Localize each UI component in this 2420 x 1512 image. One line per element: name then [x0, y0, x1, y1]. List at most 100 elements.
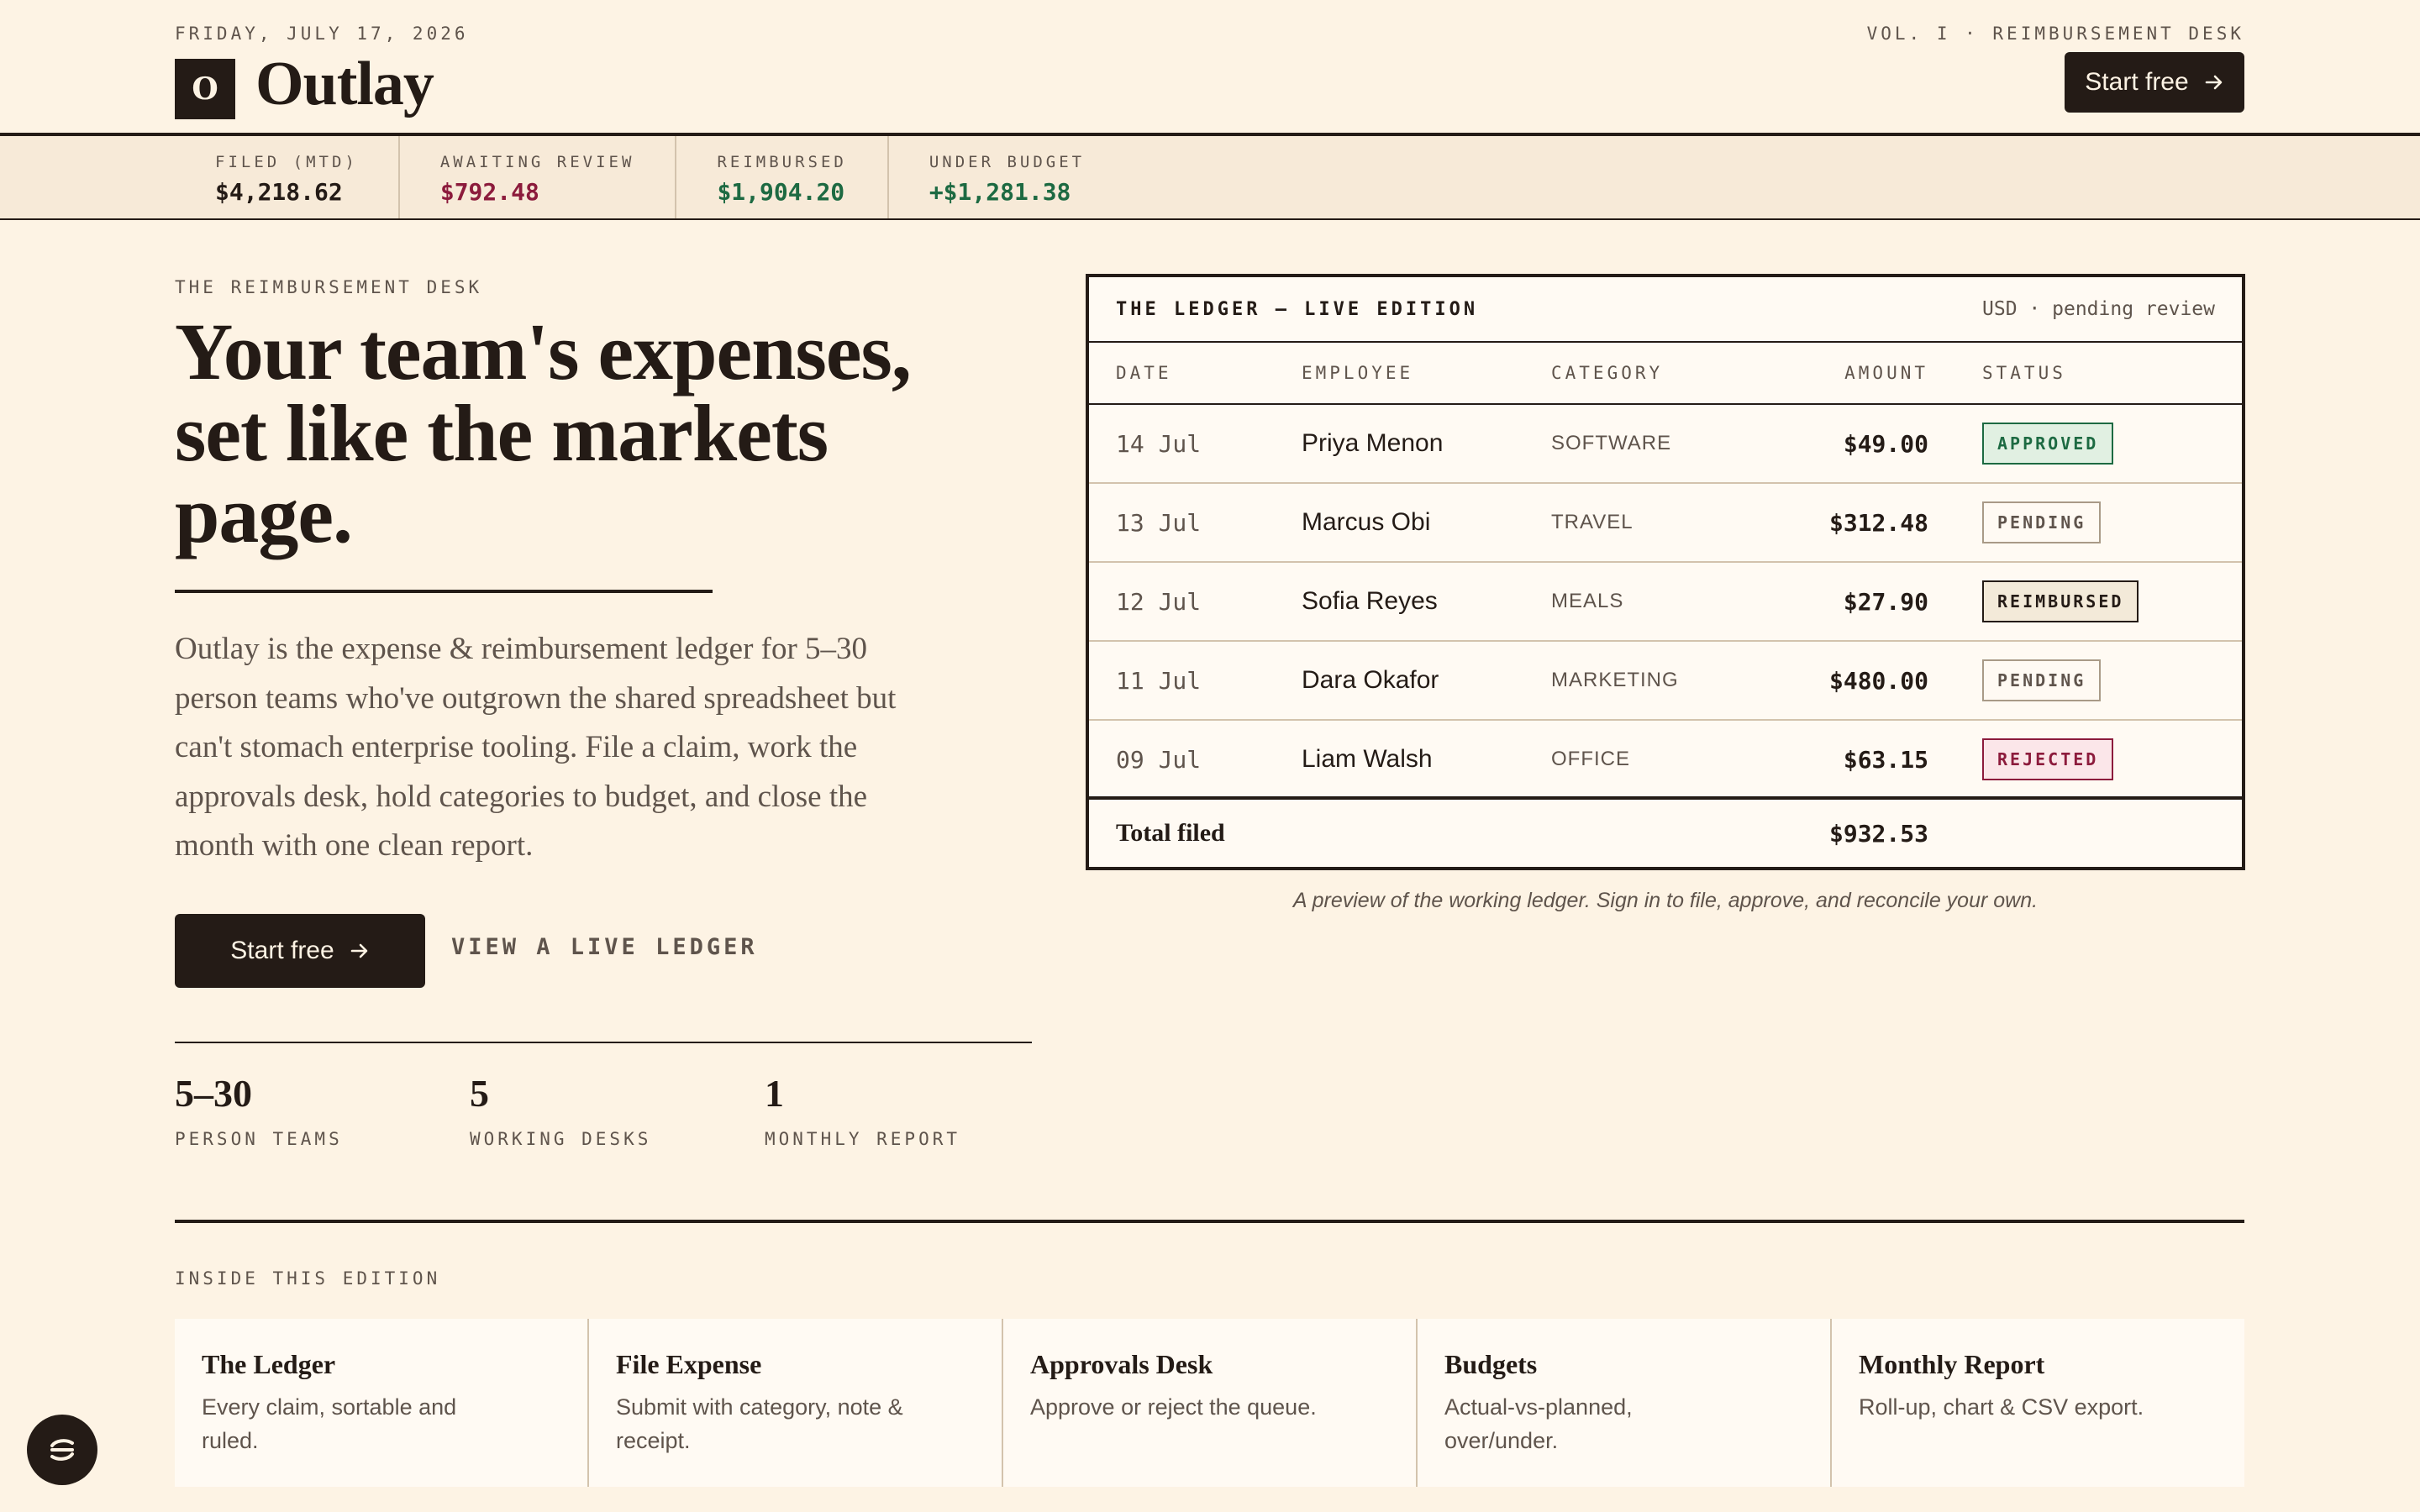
- chat-icon: [45, 1433, 79, 1467]
- card-description: Roll-up, chart & CSV export.: [1859, 1394, 2144, 1420]
- row-date: 12 Jul: [1116, 587, 1202, 616]
- ledger-meta: USD · pending review: [1982, 298, 2215, 320]
- ticker-value: +$1,281.38: [929, 178, 1071, 206]
- row-category: OFFICE: [1551, 748, 1630, 770]
- view-live-ledger-link[interactable]: VIEW A LIVE LEDGER: [451, 934, 758, 960]
- row-amount: $27.90: [1843, 587, 1928, 616]
- stats-rule: [175, 1042, 1032, 1043]
- status-badge: PENDING: [1982, 659, 2102, 701]
- ticker-filed: FILED (MTD) $4,218.62: [175, 136, 400, 218]
- feature-card-ledger[interactable]: The Ledger Every claim, sortable and rul…: [175, 1319, 589, 1487]
- logo[interactable]: O Outlay: [175, 49, 434, 119]
- ticker-value: $792.48: [439, 178, 539, 206]
- row-date: 09 Jul: [1116, 745, 1202, 774]
- feature-cards: The Ledger Every claim, sortable and rul…: [175, 1319, 2244, 1487]
- volume-label: VOL. I · REIMBURSEMENT DESK: [1866, 24, 2244, 44]
- ticker-value: $1,904.20: [717, 178, 845, 206]
- ledger-preview: THE LEDGER — LIVE EDITION USD · pending …: [1086, 274, 2245, 870]
- column-header-employee[interactable]: EMPLOYEE: [1302, 363, 1551, 383]
- column-header-status[interactable]: STATUS: [1928, 363, 2066, 383]
- logo-mark: O: [175, 59, 235, 119]
- stat-value: 5: [470, 1072, 489, 1115]
- card-description: Approve or reject the queue.: [1030, 1394, 1317, 1420]
- table-row[interactable]: 14 Jul Priya Menon SOFTWARE $49.00 APPRO…: [1089, 405, 2242, 484]
- ticker-value: $4,218.62: [215, 178, 343, 206]
- dateline: FRIDAY, JULY 17, 2026: [175, 24, 469, 44]
- stat-working-desks: 5 WORKING DESKS: [470, 1068, 765, 1149]
- ticker-label: REIMBURSED: [717, 153, 847, 171]
- table-row[interactable]: 09 Jul Liam Walsh OFFICE $63.15 REJECTED: [1089, 721, 2242, 800]
- header-start-free-button[interactable]: Start free: [2065, 52, 2244, 113]
- table-row[interactable]: 12 Jul Sofia Reyes MEALS $27.90 REIMBURS…: [1089, 563, 2242, 642]
- row-category: TRAVEL: [1551, 511, 1634, 533]
- row-employee: Sofia Reyes: [1302, 587, 1438, 615]
- total-label: Total filed: [1116, 819, 1225, 847]
- row-employee: Marcus Obi: [1302, 508, 1431, 536]
- ticker-label: AWAITING REVIEW: [439, 153, 635, 171]
- card-title: Budgets: [1444, 1349, 1538, 1379]
- hero-stats: 5–30 PERSON TEAMS 5 WORKING DESKS 1 MONT…: [175, 1068, 1060, 1149]
- status-badge: REJECTED: [1982, 738, 2114, 780]
- ledger-header: THE LEDGER — LIVE EDITION USD · pending …: [1089, 277, 2242, 343]
- row-amount: $480.00: [1828, 666, 1928, 695]
- row-amount: $63.15: [1843, 745, 1928, 774]
- ledger-total-row: Total filed $932.53: [1089, 796, 2242, 867]
- section-rule: [175, 1220, 2244, 1223]
- headline-rule: [175, 590, 713, 593]
- row-category: MARKETING: [1551, 669, 1679, 691]
- hero-start-free-button[interactable]: Start free: [175, 914, 425, 988]
- floating-chat-button[interactable]: [27, 1415, 97, 1485]
- hero-headline: Your team's expenses, set like the marke…: [175, 307, 912, 559]
- stat-label: PERSON TEAMS: [175, 1129, 343, 1149]
- column-header-amount[interactable]: AMOUNT: [1719, 363, 1928, 383]
- row-date: 14 Jul: [1116, 429, 1202, 458]
- card-description: Submit with category, note & receipt.: [616, 1394, 903, 1453]
- row-category: SOFTWARE: [1551, 432, 1672, 454]
- card-description: Actual-vs-planned, over/under.: [1444, 1394, 1633, 1453]
- column-header-category[interactable]: CATEGORY: [1551, 363, 1719, 383]
- inside-edition-label: INSIDE THIS EDITION: [175, 1268, 441, 1289]
- ticker-label: UNDER BUDGET: [929, 153, 1086, 171]
- site-header: FRIDAY, JULY 17, 2026 O Outlay VOL. I · …: [175, 0, 2244, 134]
- arrow-right-icon: [2204, 72, 2224, 92]
- ledger-caption: A preview of the working ledger. Sign in…: [1292, 889, 2039, 912]
- ticker-reimbursed: REIMBURSED $1,904.20: [676, 136, 889, 218]
- row-amount: $312.48: [1828, 508, 1928, 537]
- card-title: Monthly Report: [1859, 1349, 2045, 1379]
- arrow-right-icon: [350, 941, 370, 961]
- stat-label: WORKING DESKS: [470, 1129, 652, 1149]
- ticker-bar: FILED (MTD) $4,218.62 AWAITING REVIEW $7…: [0, 133, 2420, 220]
- stat-person-teams: 5–30 PERSON TEAMS: [175, 1068, 470, 1149]
- ticker-under-budget: UNDER BUDGET +$1,281.38: [889, 136, 1125, 218]
- status-badge: APPROVED: [1982, 423, 2114, 465]
- column-header-date[interactable]: DATE: [1116, 363, 1302, 383]
- table-row[interactable]: 13 Jul Marcus Obi TRAVEL $312.48 PENDING: [1089, 484, 2242, 563]
- feature-card-file-expense[interactable]: File Expense Submit with category, note …: [589, 1319, 1003, 1487]
- stat-value: 1: [765, 1072, 784, 1115]
- ledger-column-headers: DATE EMPLOYEE CATEGORY AMOUNT STATUS: [1089, 343, 2242, 405]
- card-description: Every claim, sortable and ruled.: [202, 1394, 457, 1453]
- total-amount: $932.53: [1828, 819, 1928, 848]
- ticker-label: FILED (MTD): [215, 153, 358, 171]
- row-category: MEALS: [1551, 590, 1624, 612]
- ticker-awaiting-review: AWAITING REVIEW $792.48: [400, 136, 677, 218]
- stat-value: 5–30: [175, 1072, 252, 1115]
- hero-kicker: THE REIMBURSEMENT DESK: [175, 277, 483, 297]
- row-date: 13 Jul: [1116, 508, 1202, 537]
- brand-name: Outlay: [255, 50, 434, 118]
- feature-card-budgets[interactable]: Budgets Actual-vs-planned, over/under.: [1418, 1319, 1832, 1487]
- row-employee: Priya Menon: [1302, 429, 1444, 457]
- row-date: 11 Jul: [1116, 666, 1202, 695]
- feature-card-monthly-report[interactable]: Monthly Report Roll-up, chart & CSV expo…: [1832, 1319, 2244, 1487]
- start-free-label: Start free: [230, 937, 334, 964]
- ledger-title: THE LEDGER — LIVE EDITION: [1116, 298, 1479, 320]
- row-employee: Dara Okafor: [1302, 666, 1439, 694]
- row-employee: Liam Walsh: [1302, 745, 1433, 773]
- feature-card-approvals-desk[interactable]: Approvals Desk Approve or reject the que…: [1003, 1319, 1418, 1487]
- stat-monthly-report: 1 MONTHLY REPORT: [765, 1068, 1060, 1149]
- card-title: File Expense: [616, 1349, 762, 1379]
- stat-label: MONTHLY REPORT: [765, 1129, 961, 1149]
- table-row[interactable]: 11 Jul Dara Okafor MARKETING $480.00 PEN…: [1089, 642, 2242, 721]
- start-free-label: Start free: [2085, 68, 2189, 96]
- card-title: Approvals Desk: [1030, 1349, 1213, 1379]
